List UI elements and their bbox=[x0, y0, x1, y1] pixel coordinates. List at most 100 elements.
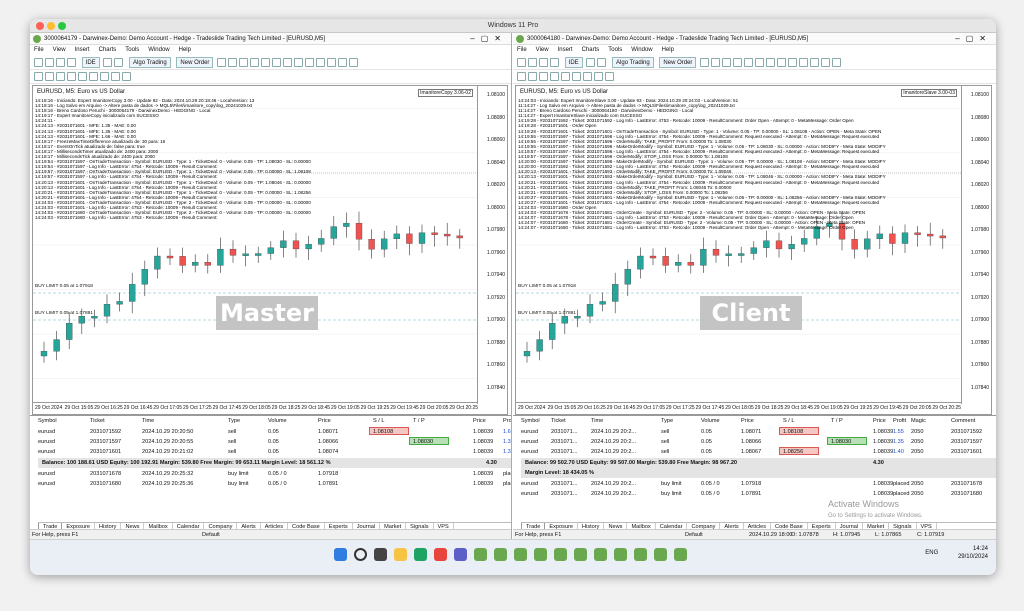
autoscroll-icon[interactable] bbox=[283, 58, 293, 67]
minimize-window-button[interactable] bbox=[47, 22, 55, 30]
indicators-icon[interactable] bbox=[305, 58, 315, 67]
cursor-icon[interactable] bbox=[34, 72, 43, 81]
menu-tools[interactable]: Tools bbox=[608, 47, 622, 53]
pending-order-row[interactable]: eurusd 2031071... 2024.10.29 20:2... buy li… bbox=[521, 479, 996, 489]
notifications-icon[interactable] bbox=[821, 58, 831, 67]
crosshair-icon[interactable] bbox=[528, 72, 537, 81]
new-chart-icon[interactable] bbox=[517, 58, 526, 67]
zoom-in-icon[interactable] bbox=[733, 58, 743, 67]
text-tool-icon[interactable] bbox=[594, 72, 603, 81]
metatrader-icon-8[interactable] bbox=[614, 548, 627, 561]
market-watch-icon[interactable] bbox=[56, 58, 65, 67]
candles-icon[interactable] bbox=[711, 58, 721, 67]
templates-icon[interactable] bbox=[799, 58, 809, 67]
lock-icon[interactable] bbox=[586, 58, 596, 67]
search-icon[interactable] bbox=[810, 58, 820, 67]
pending-order-row[interactable]: eurusd 2031071... 2024.10.29 20:2... buy li… bbox=[521, 489, 996, 499]
new-chart-icon[interactable] bbox=[34, 58, 43, 67]
search-icon[interactable] bbox=[354, 548, 367, 561]
metatrader-icon-7[interactable] bbox=[594, 548, 607, 561]
position-row[interactable]: eurusd 2031071... 2024.10.29 20:2... sell 0.… bbox=[521, 437, 996, 447]
history-icon[interactable] bbox=[114, 58, 124, 67]
trendline-icon[interactable] bbox=[561, 72, 570, 81]
menu-charts[interactable]: Charts bbox=[99, 47, 117, 53]
channel-icon[interactable] bbox=[89, 72, 98, 81]
metatrader-icon-2[interactable] bbox=[494, 548, 507, 561]
line-chart-icon[interactable] bbox=[239, 58, 249, 67]
expert-advisor-badge[interactable]: ImanitoreCopy 3.06-02 bbox=[418, 89, 473, 97]
profiles-icon[interactable] bbox=[45, 58, 54, 67]
expert-advisor-badge[interactable]: ImanitoreSlave 3.00-03 bbox=[901, 89, 957, 97]
settings-icon[interactable] bbox=[832, 58, 842, 67]
trendline-icon[interactable] bbox=[78, 72, 87, 81]
algo-trading-button[interactable]: Algo Trading bbox=[129, 57, 171, 68]
pending-order-row[interactable]: eurusd 2031071680 2024.10.29 20:25:36 buy l… bbox=[38, 479, 511, 489]
menu-file[interactable]: File bbox=[517, 47, 527, 53]
search-icon[interactable] bbox=[327, 58, 337, 67]
market-watch-icon[interactable] bbox=[539, 58, 548, 67]
zoom-out-icon[interactable] bbox=[744, 58, 754, 67]
templates-icon[interactable] bbox=[316, 58, 326, 67]
navigator-icon[interactable] bbox=[67, 58, 76, 67]
vertical-line-icon[interactable] bbox=[56, 72, 65, 81]
notifications-icon[interactable] bbox=[338, 58, 348, 67]
horizontal-line-icon[interactable] bbox=[67, 72, 76, 81]
cursor-icon[interactable] bbox=[517, 72, 526, 81]
menu-insert[interactable]: Insert bbox=[558, 47, 573, 53]
vertical-line-icon[interactable] bbox=[539, 72, 548, 81]
edge-browser-icon[interactable] bbox=[414, 548, 427, 561]
position-row[interactable]: eurusd 2031071... 2024.10.29 20:2... sell 0.… bbox=[521, 447, 996, 457]
ide-button[interactable]: IDE bbox=[564, 57, 583, 68]
menu-view[interactable]: View bbox=[53, 47, 66, 53]
metatrader-icon-4[interactable] bbox=[534, 548, 547, 561]
candles-icon[interactable] bbox=[228, 58, 238, 67]
metatrader-icon-6[interactable] bbox=[574, 548, 587, 561]
menu-window[interactable]: Window bbox=[148, 47, 169, 53]
bar-chart-icon[interactable] bbox=[217, 58, 227, 67]
bar-chart-icon[interactable] bbox=[700, 58, 710, 67]
file-explorer-icon[interactable] bbox=[394, 548, 407, 561]
position-row[interactable]: eurusd 2031071592 2024.10.29 20:20:50 sell 0… bbox=[38, 427, 511, 437]
horizontal-line-icon[interactable] bbox=[550, 72, 559, 81]
task-view-icon[interactable] bbox=[374, 548, 387, 561]
text-tool-icon[interactable] bbox=[111, 72, 120, 81]
history-icon[interactable] bbox=[597, 58, 607, 67]
new-order-button[interactable]: New Order bbox=[176, 57, 214, 68]
zoom-in-icon[interactable] bbox=[250, 58, 260, 67]
settings-icon[interactable] bbox=[349, 58, 359, 67]
window-controls[interactable]: –▢✕ bbox=[470, 33, 507, 44]
menu-help[interactable]: Help bbox=[179, 47, 191, 53]
metatrader-icon-3[interactable] bbox=[514, 548, 527, 561]
lock-icon[interactable] bbox=[103, 58, 113, 67]
grid-icon[interactable] bbox=[755, 58, 765, 67]
menu-insert[interactable]: Insert bbox=[75, 47, 90, 53]
fibonacci-icon[interactable] bbox=[583, 72, 592, 81]
menu-view[interactable]: View bbox=[536, 47, 549, 53]
line-chart-icon[interactable] bbox=[722, 58, 732, 67]
window-controls[interactable]: –▢✕ bbox=[955, 33, 992, 44]
start-menu-icon[interactable] bbox=[334, 548, 347, 561]
language-indicator[interactable]: ENG bbox=[925, 550, 938, 556]
price-chart[interactable]: 1.08100 1.08080 1.08060 1.08040 1.08020 1.080… bbox=[32, 85, 508, 415]
metatrader-icon-5[interactable] bbox=[554, 548, 567, 561]
channel-icon[interactable] bbox=[572, 72, 581, 81]
grid-icon[interactable] bbox=[272, 58, 282, 67]
position-row[interactable]: eurusd 2031071597 2024.10.29 20:20:55 sell 0… bbox=[38, 437, 511, 447]
shapes-icon[interactable] bbox=[605, 72, 614, 81]
metatrader-icon-1[interactable] bbox=[474, 548, 487, 561]
close-window-button[interactable] bbox=[36, 22, 44, 30]
indicators-icon[interactable] bbox=[788, 58, 798, 67]
shapes-icon[interactable] bbox=[122, 72, 131, 81]
ide-button[interactable]: IDE bbox=[81, 57, 100, 68]
menu-window[interactable]: Window bbox=[631, 47, 652, 53]
navigator-icon[interactable] bbox=[550, 58, 559, 67]
menu-file[interactable]: File bbox=[34, 47, 44, 53]
menu-tools[interactable]: Tools bbox=[125, 47, 139, 53]
pending-order-row[interactable]: eurusd 2031071678 2024.10.29 20:25:32 buy l… bbox=[38, 469, 511, 479]
metatrader-icon-9[interactable] bbox=[634, 548, 647, 561]
autoscroll-icon[interactable] bbox=[766, 58, 776, 67]
new-order-button[interactable]: New Order bbox=[659, 57, 697, 68]
price-chart[interactable]: 1.08100 1.08080 1.08060 1.08040 1.08020 1.080… bbox=[515, 85, 992, 415]
fibonacci-icon[interactable] bbox=[100, 72, 109, 81]
chart-shift-icon[interactable] bbox=[294, 58, 304, 67]
